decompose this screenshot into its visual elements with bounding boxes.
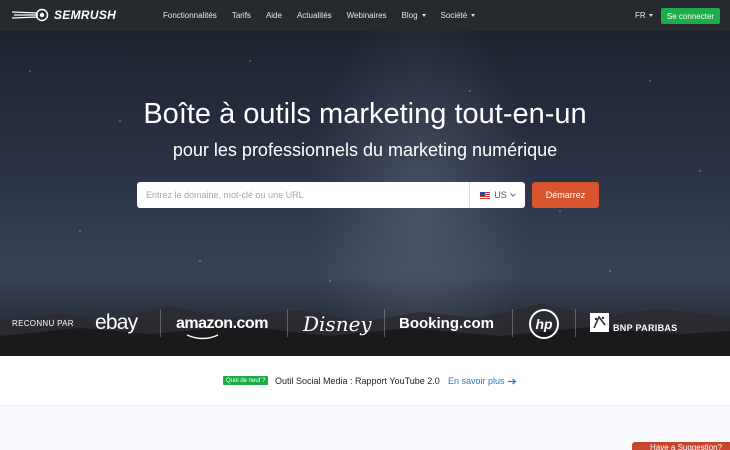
database-dropdown[interactable]: US <box>469 182 525 208</box>
learn-more-label: En savoir plus <box>448 376 505 386</box>
nav-item-label: Aide <box>265 11 282 20</box>
search-bar: US <box>137 182 525 208</box>
hero-section: Boîte à outils marketing tout-en-un pour… <box>0 31 730 356</box>
learn-more-link[interactable]: En savoir plus <box>448 376 517 386</box>
start-button[interactable]: Démarrez <box>532 182 599 208</box>
nav-item-aide[interactable]: Aide <box>266 11 282 20</box>
divider <box>575 309 576 337</box>
nav-item-societe[interactable]: Société <box>441 11 476 20</box>
database-label: US <box>494 190 507 200</box>
semrush-comet-icon <box>12 8 49 22</box>
amazon-smile-icon <box>186 334 219 340</box>
hp-logo-text: hp <box>535 316 553 332</box>
nav-item-tarifs[interactable]: Tarifs <box>232 11 251 20</box>
search-input[interactable] <box>137 182 469 208</box>
caret-down-icon <box>421 14 426 17</box>
suggestion-tab[interactable]: Have a Suggestion? <box>632 442 730 450</box>
login-button[interactable]: Se connecter <box>661 8 720 24</box>
recognized-by-label: RECONNU PAR <box>12 319 74 328</box>
amazon-logo: amazon.com <box>176 315 268 332</box>
chevron-down-icon <box>509 191 516 197</box>
hp-logo: hp <box>529 309 559 339</box>
divider <box>160 309 161 337</box>
disney-logo: Disney <box>303 312 372 336</box>
whats-new-badge: Quoi de neuf ? <box>223 376 269 385</box>
nav-item-webinaires[interactable]: Webinaires <box>347 11 387 20</box>
nav-item-label: Webinaires <box>346 11 387 20</box>
nav-item-fonctionnalites[interactable]: Fonctionnalités <box>163 11 217 20</box>
news-banner: Quoi de neuf ? Outil Social Media : Rapp… <box>0 356 730 406</box>
caret-down-icon <box>471 14 476 17</box>
top-navbar: SEMRUSH Fonctionnalités Tarifs Aide Actu… <box>0 0 730 31</box>
bnp-stars-icon <box>590 313 609 332</box>
arrow-right-icon <box>507 378 516 384</box>
nav-item-label: Société <box>440 11 468 20</box>
us-flag-icon <box>480 191 491 199</box>
divider <box>384 309 385 337</box>
language-selector[interactable]: FR <box>635 11 653 20</box>
ebay-logo: ebay <box>95 311 138 334</box>
trusted-by-logos: RECONNU PAR ebay amazon.com Disney Booki… <box>0 307 730 340</box>
lower-section <box>0 406 730 450</box>
booking-logo: Booking.com <box>399 315 495 332</box>
nav-item-label: Fonctionnalités <box>163 11 217 20</box>
nav-item-actualites[interactable]: Actualités <box>297 11 332 20</box>
nav-item-label: Actualités <box>296 11 332 20</box>
divider <box>512 309 513 337</box>
nav-item-blog[interactable]: Blog <box>402 11 426 20</box>
hero-title: Boîte à outils marketing tout-en-un <box>143 98 587 130</box>
semrush-logo[interactable]: SEMRUSH <box>12 8 116 22</box>
news-text: Outil Social Media : Rapport YouTube 2.0 <box>275 376 440 386</box>
bnp-paribas-logo: BNP PARIBAS <box>613 323 678 333</box>
nav-item-label: Blog <box>401 11 418 20</box>
language-label: FR <box>635 11 646 20</box>
caret-down-icon <box>648 14 653 17</box>
nav-item-label: Tarifs <box>231 11 251 20</box>
divider <box>287 309 288 337</box>
logo-text: SEMRUSH <box>54 8 117 22</box>
hero-subtitle: pour les professionnels du marketing num… <box>172 140 558 160</box>
main-menu: Fonctionnalités Tarifs Aide Actualités W… <box>163 0 490 31</box>
